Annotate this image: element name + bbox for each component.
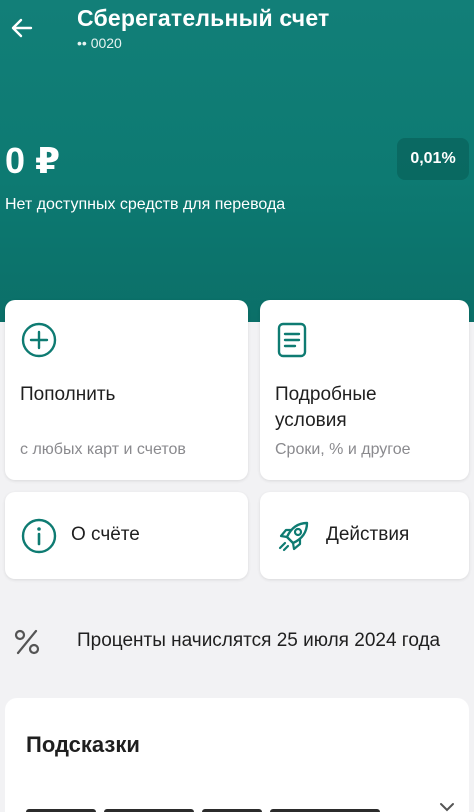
- back-button[interactable]: [4, 10, 40, 46]
- account-number: •• 0020: [77, 35, 122, 51]
- actions-title: Действия: [326, 524, 410, 545]
- topup-subtitle: с любых карт и счетов: [20, 441, 186, 458]
- balance-amount: 0 ₽: [5, 140, 61, 181]
- rocket-icon: [278, 521, 309, 552]
- page-title: Сберегательный счет: [77, 5, 330, 31]
- topup-card[interactable]: Пополнить с любых карт и счетов: [5, 300, 248, 480]
- account-header: Сберегательный счет •• 0020 0 ₽ 0,01% Не…: [0, 0, 474, 322]
- topup-title: Пополнить: [20, 384, 116, 405]
- hints-section: Подсказки: [5, 698, 469, 812]
- interest-accrual-row: Проценты начислятся 25 июля 2024 года: [0, 615, 474, 669]
- balance-note: Нет доступных средств для перевода: [5, 196, 286, 213]
- document-icon: [277, 322, 307, 358]
- terms-title: Подробные условия: [275, 384, 377, 431]
- terms-subtitle: Сроки, % и другое: [275, 441, 411, 458]
- chevron-down-icon[interactable]: [439, 802, 455, 812]
- interest-accrual-text: Проценты начислятся 25 июля 2024 года: [77, 630, 441, 651]
- percent-icon: [14, 629, 40, 655]
- info-circle-icon: [21, 518, 57, 554]
- terms-card[interactable]: Подробные условия Сроки, % и другое: [260, 300, 469, 480]
- about-account-title: О счёте: [71, 524, 140, 545]
- plus-circle-icon: [21, 322, 57, 358]
- actions-card[interactable]: Действия: [260, 492, 469, 579]
- about-account-card[interactable]: О счёте: [5, 492, 248, 579]
- hint-item-cutoff[interactable]: [26, 802, 426, 812]
- interest-rate-badge[interactable]: 0,01%: [397, 138, 469, 180]
- arrow-left-icon: [11, 18, 33, 38]
- hints-title: Подсказки: [26, 732, 140, 757]
